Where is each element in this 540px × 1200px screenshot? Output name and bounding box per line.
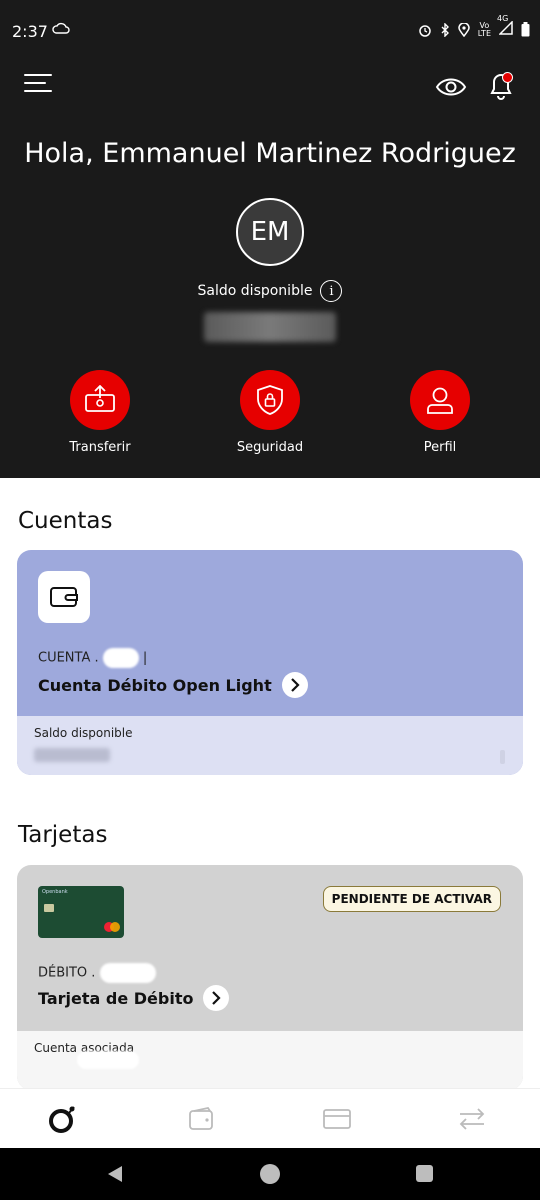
- card-number: DÉBITO .: [38, 963, 156, 983]
- status-bar: 2:37 Vo LTE 4G: [0, 0, 540, 62]
- card-brand: Openbank: [42, 889, 68, 895]
- info-icon[interactable]: i: [320, 280, 343, 302]
- scroll-indicator: [500, 750, 505, 764]
- profile-button[interactable]: Perfil: [390, 370, 490, 455]
- card-name: Tarjeta de Débito: [38, 988, 194, 1008]
- account-card[interactable]: CUENTA . | Cuenta Débito Open Light Sald…: [17, 550, 523, 775]
- shield-lock-icon: [240, 370, 300, 430]
- masked-number: [102, 648, 139, 668]
- account-balance-section: Saldo disponible: [17, 716, 523, 775]
- quick-actions: Transferir Seguridad Perfil: [0, 370, 540, 460]
- profile-label: Perfil: [423, 440, 457, 455]
- transfer-icon: [70, 370, 130, 430]
- debit-card-card[interactable]: Openbank PENDIENTE DE ACTIVAR DÉBITO . T…: [17, 865, 523, 1088]
- card-icon[interactable]: [317, 1101, 357, 1137]
- transfer-button[interactable]: Transferir: [50, 370, 150, 455]
- hidden-balance: [204, 312, 336, 342]
- person-icon: [410, 370, 470, 430]
- notification-dot: [502, 72, 513, 83]
- signal-label: 4G: [497, 14, 509, 23]
- weather-icon: [52, 20, 70, 39]
- card-image: Openbank: [38, 886, 124, 938]
- avatar[interactable]: EM: [236, 198, 304, 266]
- status-badge: PENDIENTE DE ACTIVAR: [322, 886, 501, 912]
- chevron-right-icon[interactable]: [203, 985, 230, 1011]
- battery-icon: [521, 22, 530, 37]
- bottom-navigation: [0, 1088, 540, 1148]
- status-time: 2:37: [12, 22, 48, 41]
- transfer-label: Transferir: [69, 440, 131, 455]
- notifications-button[interactable]: [486, 68, 516, 102]
- back-icon[interactable]: [106, 1164, 124, 1184]
- greeting-title: Hola, Emmanuel Martinez Rodriguez: [24, 138, 516, 169]
- signal-icon: [498, 20, 513, 35]
- location-icon: [457, 22, 470, 37]
- system-navigation-bar: [0, 1148, 540, 1200]
- wallet-icon: [38, 571, 90, 623]
- transfer-arrows-icon[interactable]: [452, 1101, 492, 1137]
- hidden-account-balance: [34, 748, 110, 762]
- bluetooth-icon: [441, 22, 449, 37]
- account-name: Cuenta Débito Open Light: [38, 675, 272, 695]
- account-header: Hola, Emmanuel Martinez Rodriguez EM Sal…: [0, 62, 540, 478]
- card-associated-section: Cuenta asociada: [17, 1031, 523, 1088]
- balance-row: Saldo disponible i: [0, 280, 540, 302]
- security-label: Seguridad: [236, 440, 304, 455]
- chevron-right-icon[interactable]: [281, 672, 308, 698]
- menu-button[interactable]: [24, 74, 54, 98]
- accounts-title: Cuentas: [18, 508, 113, 534]
- security-button[interactable]: Seguridad: [220, 370, 320, 455]
- home-icon[interactable]: [260, 1164, 280, 1184]
- recent-apps-icon[interactable]: [416, 1165, 433, 1182]
- wallet-icon[interactable]: [182, 1101, 222, 1137]
- main-content: Cuentas CUENTA . | Cuenta Débito Open Li…: [0, 478, 540, 1088]
- network-type: Vo LTE: [477, 20, 491, 38]
- account-number: CUENTA . |: [38, 648, 147, 668]
- cards-title: Tarjetas: [18, 822, 108, 848]
- masked-associated-account: [77, 1051, 139, 1069]
- eye-icon[interactable]: [434, 72, 468, 102]
- account-balance-label: Saldo disponible: [34, 726, 133, 740]
- card-name-row[interactable]: Tarjeta de Débito: [38, 985, 230, 1011]
- chip-icon: [44, 904, 54, 912]
- alarm-icon: [418, 24, 431, 37]
- account-name-row[interactable]: Cuenta Débito Open Light: [38, 672, 308, 698]
- signal-group: 4G: [497, 14, 513, 39]
- status-icons: Vo LTE 4G: [418, 14, 530, 39]
- balance-label: Saldo disponible: [197, 283, 313, 299]
- masked-card-number: [99, 963, 156, 983]
- home-logo-icon[interactable]: [44, 1101, 84, 1137]
